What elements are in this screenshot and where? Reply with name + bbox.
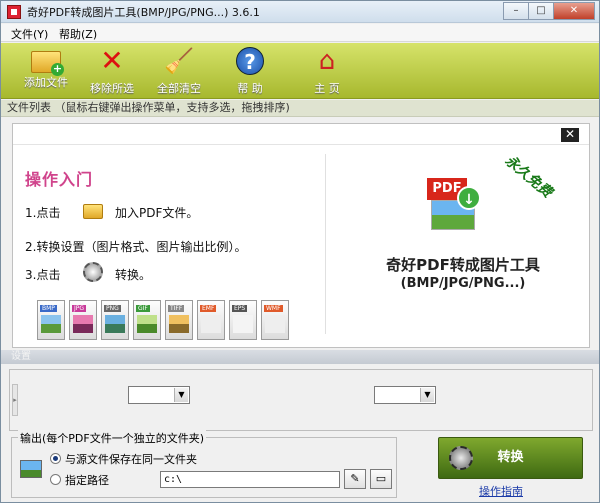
same-folder-label[interactable]: 与源文件保存在同一文件夹 [65, 451, 197, 467]
gear-convert-icon [83, 262, 103, 282]
pdf-to-image-logo: PDF ↓ [427, 178, 483, 234]
minimize-button[interactable]: – [503, 2, 529, 20]
tiff-icon: TIFF [165, 300, 193, 340]
menu-help[interactable]: 帮助(Z) [59, 26, 97, 42]
folder-open-icon: ▭ [375, 472, 387, 485]
gear-icon [449, 446, 473, 470]
output-scale-select[interactable]: ▼ [374, 386, 436, 404]
title-bar: 奇好PDF转成图片工具(BMP/JPG/PNG...) 3.6.1 – □ ✕ [1, 1, 599, 23]
help-label: 帮 助 [237, 82, 263, 95]
chevron-down-icon: ▼ [174, 388, 188, 402]
panel-divider [13, 144, 589, 145]
png-icon: PNG [101, 300, 129, 340]
user-guide-link[interactable]: 操作指南 [479, 483, 523, 499]
folder-add-icon [31, 51, 64, 76]
step-1: 1.点击 [25, 204, 60, 221]
settings-header: 设置 [1, 350, 599, 364]
app-icon [7, 5, 21, 19]
home-icon: ⌂ [318, 46, 336, 76]
guide-separator [325, 154, 326, 334]
custom-path-label[interactable]: 指定路径 [65, 472, 109, 488]
remove-selected-label: 移除所选 [90, 82, 134, 95]
step-3-suffix: 转换。 [115, 268, 152, 282]
step-1-suffix: 加入PDF文件。 [115, 206, 199, 220]
add-file-button[interactable]: 添加文件 [15, 47, 77, 97]
window-title: 奇好PDF转成图片工具(BMP/JPG/PNG...) 3.6.1 [27, 6, 260, 19]
output-group: 输出(每个PDF文件一个独立的文件夹) 与源文件保存在同一文件夹 指定路径 c:… [11, 430, 397, 498]
format-icons-row: BMP JPG PNG GIF TIFF EMF EPS WMF [37, 300, 293, 340]
image-format-select[interactable]: ▼ [128, 386, 190, 404]
bmp-icon: BMP [37, 300, 65, 340]
emf-icon: EMF [197, 300, 225, 340]
remove-selected-button[interactable]: ✕ 移除所选 [81, 47, 143, 97]
edit-path-button[interactable]: ✎ [344, 469, 366, 489]
home-label: 主 页 [314, 82, 340, 95]
chevron-down-icon: ▼ [420, 388, 434, 402]
output-legend: 输出(每个PDF文件一个独立的文件夹) [18, 430, 207, 446]
clear-all-button[interactable]: 🧹 全部清空 [148, 47, 210, 97]
output-path-input[interactable]: c:\ [160, 471, 340, 488]
window-controls: – □ ✕ [503, 2, 595, 20]
help-button[interactable]: ? 帮 助 [219, 47, 281, 97]
guide-title: 操作入门 [25, 170, 94, 189]
eps-icon: EPS [229, 300, 257, 340]
help-icon: ? [236, 47, 264, 75]
jpg-icon: JPG [69, 300, 97, 340]
same-folder-radio[interactable] [50, 453, 61, 464]
edit-icon: ✎ [350, 472, 360, 485]
file-list-header: 文件列表 （鼠标右键弹出操作菜单，支持多选，拖拽排序) [1, 100, 599, 117]
gif-icon: GIF [133, 300, 161, 340]
broom-icon: 🧹 [164, 47, 194, 75]
custom-path-radio[interactable] [50, 474, 61, 485]
wmf-icon: WMF [261, 300, 289, 340]
close-button[interactable]: ✕ [553, 2, 595, 20]
convert-button[interactable]: 转换 [438, 437, 583, 479]
product-name: 奇好PDF转成图片工具 [386, 256, 540, 274]
download-arrow-icon: ↓ [457, 186, 481, 210]
menu-bar: 文件(Y) 帮助(Z) [1, 24, 599, 42]
folder-add-icon [83, 204, 103, 219]
clear-all-label: 全部清空 [157, 82, 201, 95]
guide-close-button[interactable]: ✕ [561, 128, 579, 142]
free-forever-stamp: 永久免费 [501, 152, 555, 201]
toolbar: 添加文件 ✕ 移除所选 🧹 全部清空 ? 帮 助 ⌂ 主 页 [1, 43, 599, 99]
convert-label: 转换 [497, 450, 524, 465]
step-2: 2.转换设置（图片格式、图片输出比例）。 [25, 240, 247, 254]
settings-collapse-handle[interactable]: ▸ [12, 384, 18, 416]
step-3-prefix: 3.点击 [25, 268, 61, 282]
add-file-label: 添加文件 [24, 76, 68, 89]
settings-panel: ▸ ▼ ▼ [9, 369, 593, 431]
file-list-panel[interactable]: ✕ 操作入门 1.点击 加入PDF文件。 2.转换设置（图片格式、图片输出比例）… [12, 123, 590, 348]
menu-file[interactable]: 文件(Y) [11, 26, 48, 42]
remove-icon: ✕ [100, 44, 124, 77]
home-button[interactable]: ⌂ 主 页 [296, 47, 358, 97]
browse-folder-button[interactable]: ▭ [370, 469, 392, 489]
maximize-button[interactable]: □ [528, 2, 554, 20]
step-1-prefix: 1.点击 [25, 206, 61, 220]
app-window: 奇好PDF转成图片工具(BMP/JPG/PNG...) 3.6.1 – □ ✕ … [0, 0, 600, 503]
product-formats: (BMP/JPG/PNG...) [400, 276, 526, 291]
image-folder-icon [20, 460, 42, 478]
